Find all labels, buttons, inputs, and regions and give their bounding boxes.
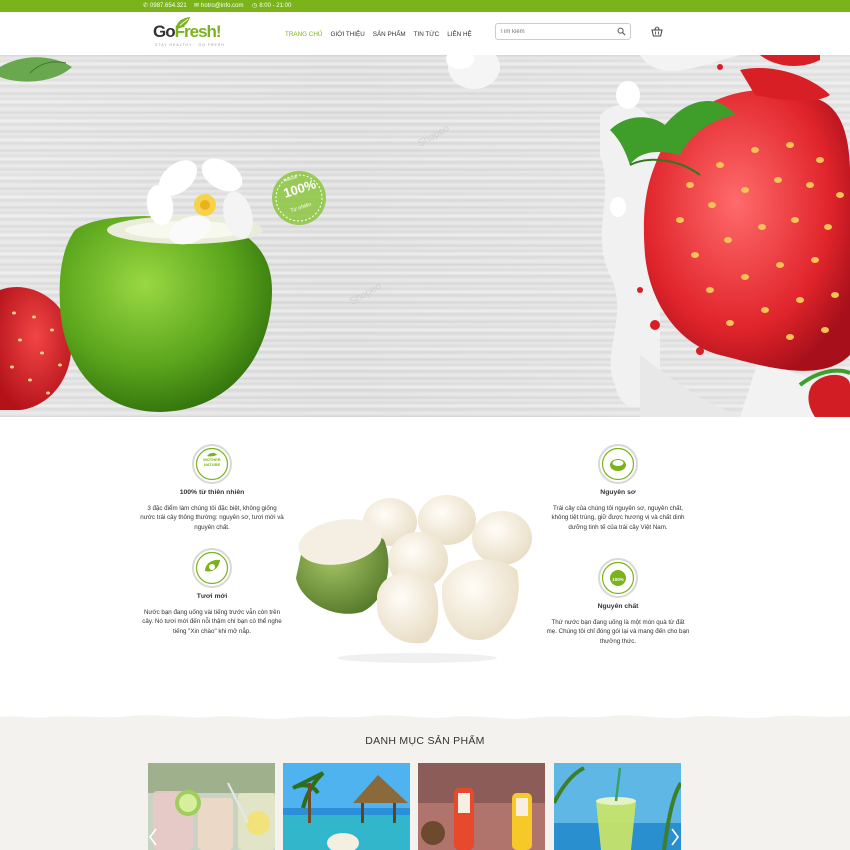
beach-thumbnail bbox=[283, 763, 410, 850]
chevron-left-icon[interactable] bbox=[148, 828, 158, 846]
search-icon[interactable] bbox=[617, 27, 626, 36]
mother-nature-badge-text: MOTHER NATURE bbox=[203, 457, 221, 467]
nav-news[interactable]: Tin tức bbox=[410, 31, 444, 38]
nav-about[interactable]: Giới thiệu bbox=[326, 31, 368, 38]
drinks-thumbnail bbox=[148, 763, 275, 850]
logo-tagline: STAY HEALTHY · GO FRESH bbox=[155, 43, 225, 47]
svg-text:Shopeo: Shopeo bbox=[416, 123, 452, 150]
logo-wordmark: GoFresh! bbox=[153, 22, 222, 41]
feature-fresh: Tươi mới Nước bạn đang uống vài tiếng tr… bbox=[140, 547, 284, 636]
nav-home[interactable]: Trang chủ bbox=[281, 31, 326, 38]
phone-contact[interactable]: ✆ 0987.654.321 bbox=[143, 0, 187, 12]
category-heading: DANH MỤC SẢN PHẨM bbox=[365, 735, 485, 747]
daily-cup-thumbnail bbox=[554, 763, 681, 850]
email-contact[interactable]: ✉ hotro@info.com bbox=[194, 0, 243, 12]
hours-text: 8:00 - 21:00 bbox=[259, 3, 292, 9]
feature-title: 100% từ thiên nhiên bbox=[179, 489, 245, 496]
shopping-basket-icon[interactable] bbox=[651, 26, 663, 37]
opening-hours: ◷ 8:00 - 21:00 bbox=[252, 0, 291, 12]
main-navigation: Trang chủ Giới thiệu Sản phẩm Tin tức Li… bbox=[281, 31, 476, 38]
top-info-bar: ✆ 0987.654.321 ✉ hotro@info.com ◷ 8:00 -… bbox=[0, 0, 850, 12]
category-card-tropical[interactable] bbox=[283, 763, 410, 850]
phone-icon: ✆ bbox=[143, 3, 149, 9]
envelope-icon: ✉ bbox=[194, 3, 200, 9]
hero-banner[interactable]: Shopeo Shopeo Natural 100% Tự nhiên bbox=[0, 55, 850, 417]
phone-text: 0987.654.321 bbox=[150, 3, 187, 9]
gofresh-logo[interactable]: GoFresh! STAY HEALTHY · GO FRESH bbox=[153, 17, 233, 52]
search-input[interactable] bbox=[500, 27, 610, 37]
green-coconut bbox=[59, 216, 272, 412]
feature-text: Trái cây của chúng tôi nguyên sơ, nguyên… bbox=[551, 504, 685, 531]
feature-pure: 100% Nguyên chất Thứ nước bạn đang uống … bbox=[546, 557, 690, 646]
torn-paper-edge bbox=[0, 710, 850, 719]
feature-text: 3 đặc điểm làm chúng tôi đặc biệt, không… bbox=[140, 504, 284, 531]
feature-title: Nguyên sơ bbox=[600, 489, 636, 496]
bottles-thumbnail bbox=[418, 763, 545, 850]
leaf-decoration bbox=[0, 57, 72, 82]
search-box bbox=[495, 23, 631, 40]
feature-title: Nguyên chất bbox=[597, 603, 639, 610]
category-card-daily-juice[interactable] bbox=[554, 763, 681, 850]
coconut-icon bbox=[598, 444, 638, 484]
hero-artwork: Shopeo Shopeo bbox=[0, 55, 850, 417]
category-card-cocktails[interactable] bbox=[148, 763, 275, 850]
natural-100-badge bbox=[272, 171, 326, 225]
category-card-bottled-juice[interactable] bbox=[418, 763, 545, 850]
email-text: hotro@info.com bbox=[201, 3, 244, 9]
coconuts-image bbox=[296, 495, 532, 663]
chevron-right-icon[interactable] bbox=[670, 828, 680, 846]
feature-title: Tươi mới bbox=[196, 593, 228, 600]
svg-text:Shopeo: Shopeo bbox=[348, 281, 384, 308]
feature-text: Thứ nước bạn đang uống là một món quà từ… bbox=[546, 618, 690, 645]
feature-text: Nước bạn đang uống vài tiếng trước vẫn c… bbox=[142, 608, 282, 635]
feature-natural: MOTHER NATURE 100% từ thiên nhiên 3 đặc … bbox=[140, 443, 284, 532]
nav-products[interactable]: Sản phẩm bbox=[369, 31, 410, 38]
nav-contact[interactable]: Liên hệ bbox=[443, 31, 476, 38]
pure-badge-text: 100% bbox=[612, 577, 624, 582]
clock-icon: ◷ bbox=[252, 3, 258, 9]
feature-pristine: Nguyên sơ Trái cây của chúng tôi nguyên … bbox=[546, 443, 690, 532]
fresh-leaf-icon bbox=[192, 548, 232, 588]
